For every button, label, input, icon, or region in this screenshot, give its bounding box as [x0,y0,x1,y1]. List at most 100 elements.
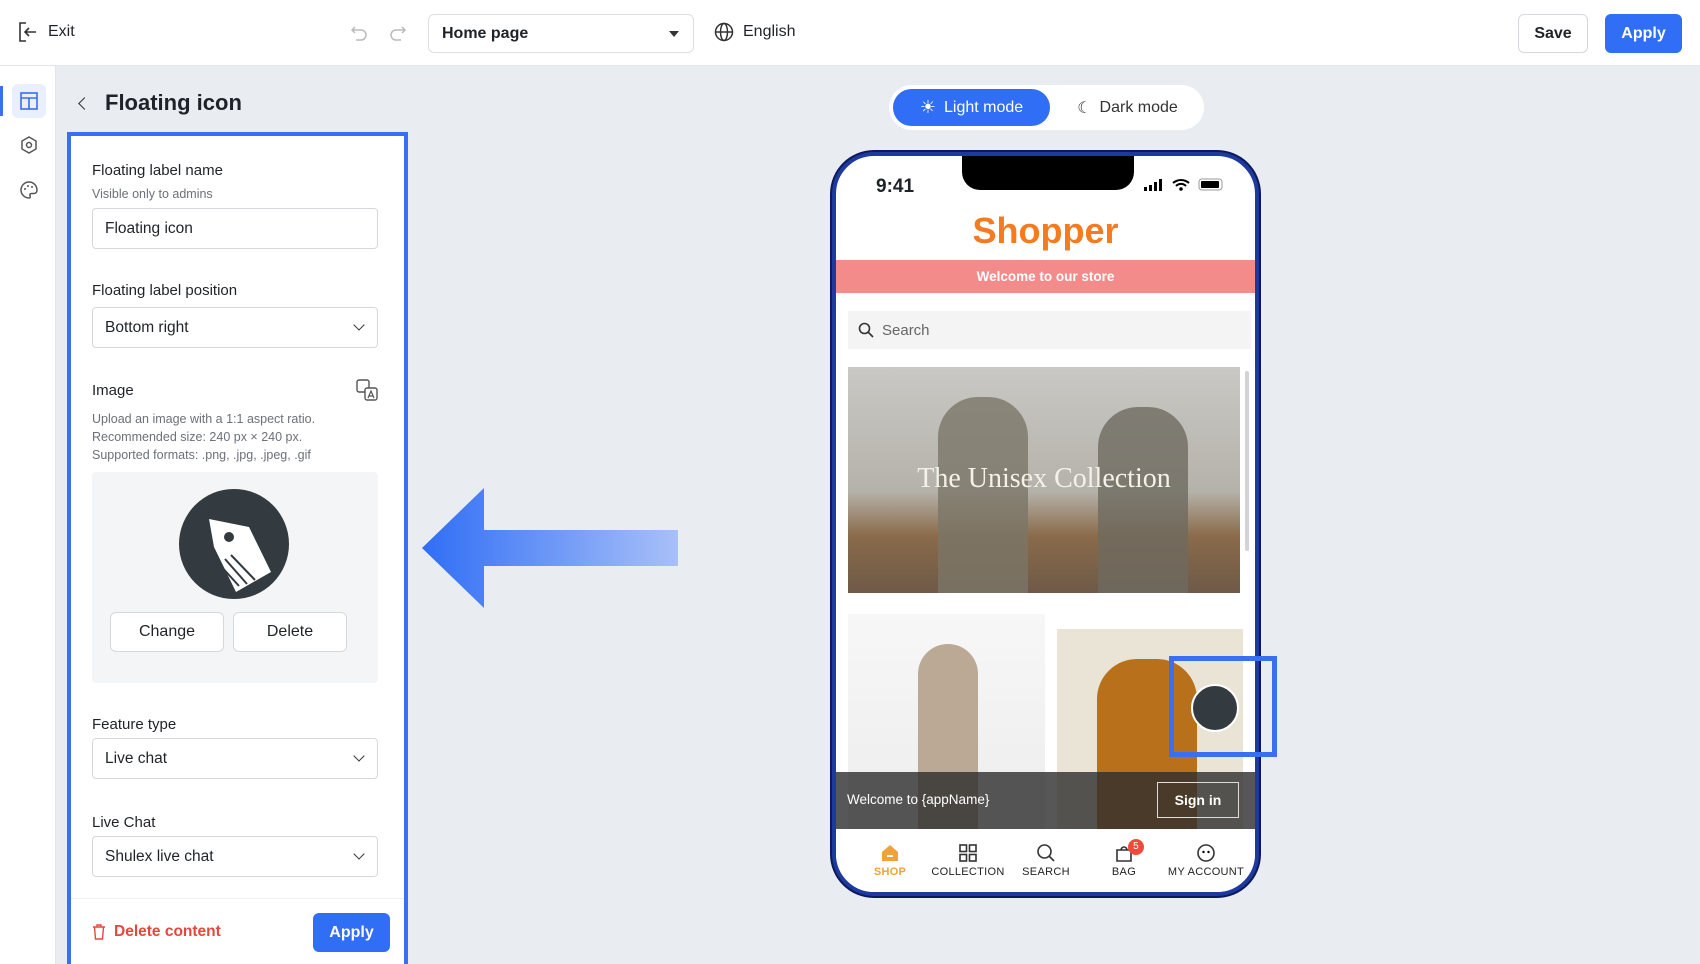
translate-icon[interactable] [356,379,378,401]
phone-notch [962,156,1134,190]
chevron-down-icon [353,750,365,762]
welcome-text: Welcome to {appName} [847,792,990,807]
active-indicator [0,86,3,116]
page-select-value: Home page [442,24,529,42]
exit-icon [19,22,36,42]
redo-icon[interactable] [389,24,407,42]
label-position-select[interactable]: Bottom right [92,307,378,348]
hero-figure [938,397,1028,593]
settings-panel: Floating label name Visible only to admi… [67,132,408,964]
status-icons [1144,178,1226,191]
hexagon-settings-icon [21,136,37,154]
delete-content-label: Delete content [114,923,221,940]
chevron-down-icon [353,319,365,331]
search-icon [858,322,874,338]
left-rail [0,66,56,964]
feature-type-value: Live chat [105,749,168,767]
sign-in-bar: Welcome to {appName} Sign in [836,772,1255,829]
tag-logo-icon [179,489,289,599]
image-heading: Image [92,382,134,399]
nav-bag[interactable]: 5 BAG [1082,839,1166,878]
nav-search[interactable]: SEARCH [1004,843,1088,878]
label-position-heading: Floating label position [92,282,238,299]
bottom-nav: SHOP COLLECTION SEARCH 5 BAG MY ACCOUNT [836,829,1255,892]
palette-icon [20,181,38,199]
language-selector[interactable]: English [714,22,795,42]
highlight-box [1169,656,1277,757]
delete-content-button[interactable]: Delete content [92,923,221,941]
undo-icon[interactable] [350,24,368,42]
announcement-banner: Welcome to our store [836,260,1255,293]
exit-label: Exit [48,23,75,40]
language-label: English [743,23,796,40]
label-name-value: Floating icon [105,219,193,237]
caret-down-icon [669,31,679,42]
change-image-button[interactable]: Change [110,612,224,652]
label-name-input[interactable]: Floating icon [92,208,378,249]
mode-toggle: ☀ Light mode ☾ Dark mode [889,85,1204,130]
top-bar: Exit Home page English Save Apply [0,0,1700,66]
delete-image-button[interactable]: Delete [233,612,347,652]
pointer-arrow-icon [422,488,678,608]
globe-icon [714,22,734,42]
hero-banner[interactable]: The Unisex Collection [848,367,1240,593]
search-icon [1037,844,1055,862]
trash-icon [93,924,105,940]
label-name-heading: Floating label name [92,162,223,179]
nav-label: BAG [1111,866,1137,878]
scrollbar[interactable] [1245,371,1249,551]
rail-settings-button[interactable] [12,128,46,162]
layout-icon [20,92,38,110]
light-mode-label: Light mode [943,98,1024,116]
nav-shop[interactable]: SHOP [848,843,932,878]
live-chat-value: Shulex live chat [105,847,214,865]
nav-collection[interactable]: COLLECTION [926,843,1010,878]
search-placeholder: Search [882,321,930,339]
nav-label: SEARCH [1022,866,1070,878]
hero-figure [1098,407,1188,593]
page-title: Floating icon [105,90,242,115]
account-icon [1197,844,1215,862]
bag-badge: 5 [1128,839,1144,855]
feature-type-heading: Feature type [92,716,177,733]
panel-apply-button[interactable]: Apply [313,913,390,952]
light-mode-button[interactable]: ☀ Light mode [893,89,1050,126]
dark-mode-label: Dark mode [1099,98,1178,116]
grid-icon [959,844,977,862]
phone-preview: 9:41 Shopper Welcome to our store Search… [832,152,1259,896]
image-hint-formats: Supported formats: .png, .jpg, .jpeg, .g… [92,448,311,462]
save-button[interactable]: Save [1518,14,1588,53]
search-bar[interactable]: Search [848,311,1251,349]
back-chevron-icon[interactable] [78,96,91,110]
moon-icon: ☾ [1077,99,1092,117]
feature-type-select[interactable]: Live chat [92,738,378,779]
chevron-down-icon [353,848,365,860]
hero-text: The Unisex Collection [917,463,1171,494]
sign-in-button[interactable]: Sign in [1157,782,1239,818]
dark-mode-button[interactable]: ☾ Dark mode [1055,89,1200,126]
status-time: 9:41 [876,176,915,197]
page-select[interactable]: Home page [428,14,694,53]
panel-header: Floating icon [78,90,242,116]
image-preview-area: Change Delete [92,472,378,683]
rail-theme-button[interactable] [12,173,46,207]
image-hint-ratio: Upload an image with a 1:1 aspect ratio. [92,412,316,426]
sun-icon: ☀ [919,97,936,117]
home-icon [882,845,898,861]
signal-icon [1144,178,1162,191]
nav-label: MY ACCOUNT [1167,866,1245,878]
battery-icon [1198,178,1223,191]
nav-account[interactable]: MY ACCOUNT [1160,843,1252,878]
panel-footer: Delete content Apply [71,898,404,964]
nav-label: SHOP [873,866,907,878]
live-chat-heading: Live Chat [92,814,156,831]
apply-button[interactable]: Apply [1605,14,1682,53]
label-name-hint: Visible only to admins [92,187,213,201]
store-name: Shopper [972,210,1119,251]
exit-button[interactable]: Exit [18,21,75,43]
rail-layout-button[interactable] [12,84,46,118]
live-chat-select[interactable]: Shulex live chat [92,836,378,877]
nav-label: COLLECTION [931,866,1005,878]
image-hint-size: Recommended size: 240 px × 240 px. [92,430,303,444]
wifi-icon [1172,179,1190,191]
